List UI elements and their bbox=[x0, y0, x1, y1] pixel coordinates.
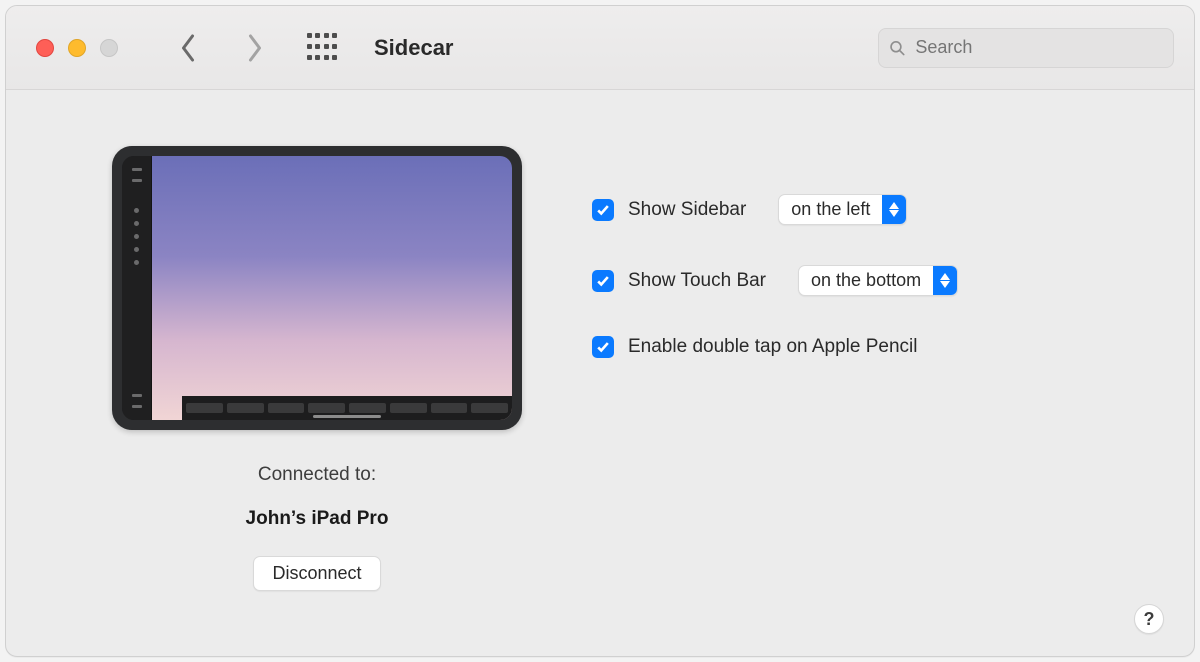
back-button[interactable] bbox=[164, 24, 212, 72]
check-icon bbox=[596, 340, 610, 354]
disconnect-button[interactable]: Disconnect bbox=[253, 556, 380, 591]
close-window-button[interactable] bbox=[36, 39, 54, 57]
device-name: John’s iPad Pro bbox=[246, 508, 389, 530]
double-tap-label: Enable double tap on Apple Pencil bbox=[628, 336, 917, 358]
chevron-left-icon bbox=[179, 34, 198, 62]
check-icon bbox=[596, 274, 610, 288]
show-touchbar-row: Show Touch Bar on the bottom bbox=[592, 265, 1158, 296]
show-touchbar-label: Show Touch Bar bbox=[628, 270, 766, 292]
grid-icon bbox=[307, 33, 337, 63]
ipad-preview bbox=[112, 146, 522, 430]
minimize-window-button[interactable] bbox=[68, 39, 86, 57]
sidecar-preferences-window: Sidecar bbox=[5, 5, 1195, 657]
options-column: Show Sidebar on the left Show Touch Bar … bbox=[592, 146, 1158, 636]
pane-title: Sidecar bbox=[374, 35, 454, 61]
updown-arrows-icon bbox=[933, 266, 957, 295]
preview-sidebar bbox=[122, 156, 152, 420]
popup-value: on the bottom bbox=[799, 266, 933, 295]
show-all-prefs-button[interactable] bbox=[304, 30, 340, 66]
sidebar-position-popup[interactable]: on the left bbox=[778, 194, 907, 225]
search-input[interactable] bbox=[913, 36, 1163, 59]
chevron-right-icon bbox=[245, 34, 264, 62]
popup-value: on the left bbox=[779, 195, 882, 224]
show-sidebar-checkbox[interactable] bbox=[592, 199, 614, 221]
preview-screen bbox=[152, 156, 512, 420]
content-area: Connected to: John’s iPad Pro Disconnect… bbox=[6, 90, 1194, 656]
window-controls bbox=[36, 39, 118, 57]
check-icon bbox=[596, 203, 610, 217]
touchbar-position-popup[interactable]: on the bottom bbox=[798, 265, 958, 296]
double-tap-row: Enable double tap on Apple Pencil bbox=[592, 336, 1158, 358]
connected-to-label: Connected to: bbox=[258, 464, 376, 486]
updown-arrows-icon bbox=[882, 195, 906, 224]
show-touchbar-checkbox[interactable] bbox=[592, 270, 614, 292]
zoom-window-button[interactable] bbox=[100, 39, 118, 57]
search-icon bbox=[889, 39, 905, 57]
search-field[interactable] bbox=[878, 28, 1174, 68]
show-sidebar-label: Show Sidebar bbox=[628, 199, 746, 221]
preview-touchbar bbox=[182, 396, 512, 420]
titlebar: Sidecar bbox=[6, 6, 1194, 90]
show-sidebar-row: Show Sidebar on the left bbox=[592, 194, 1158, 225]
forward-button[interactable] bbox=[230, 24, 278, 72]
double-tap-checkbox[interactable] bbox=[592, 336, 614, 358]
help-button[interactable]: ? bbox=[1134, 604, 1164, 634]
device-column: Connected to: John’s iPad Pro Disconnect bbox=[112, 146, 522, 636]
